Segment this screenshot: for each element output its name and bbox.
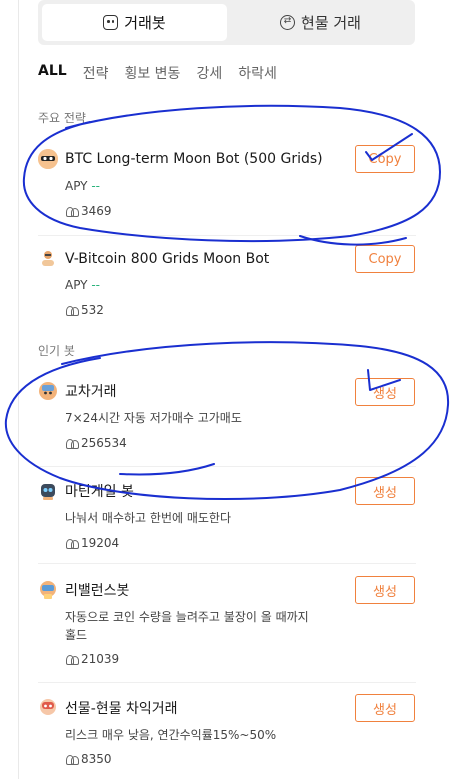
apy-label: APY	[65, 179, 88, 193]
user-count: 21039	[81, 652, 120, 666]
annotation-stroke	[299, 235, 407, 246]
filter-strategy[interactable]: 전략	[83, 63, 109, 83]
user-count: 8350	[81, 752, 112, 766]
bot-icon	[103, 15, 119, 30]
bot-card[interactable]: 마틴게일 봇 나눠서 매수하고 한번에 매도한다 19204 생성	[38, 477, 416, 559]
rebalance-avatar	[38, 580, 58, 600]
users-icon	[65, 438, 79, 449]
bot-title: 마틴게일 봇	[65, 484, 134, 500]
divider	[38, 682, 416, 683]
create-button[interactable]: 생성	[355, 378, 415, 406]
create-button[interactable]: 생성	[355, 694, 415, 722]
users-row: 256534	[65, 436, 127, 450]
left-border	[18, 0, 19, 779]
filter-all[interactable]: ALL	[38, 63, 67, 83]
filter-sideways[interactable]: 횡보 변동	[124, 63, 180, 83]
divider	[38, 563, 416, 564]
user-count: 256534	[81, 436, 127, 450]
users-row: 19204	[65, 536, 119, 550]
bot-card[interactable]: BTC Long-term Moon Bot (500 Grids) APY -…	[38, 145, 416, 227]
users-row: 8350	[65, 752, 112, 766]
create-button[interactable]: 생성	[355, 576, 415, 604]
tab-spot-trading[interactable]: ⇄ 현물 거래	[230, 4, 411, 41]
vbitcoin-avatar	[38, 249, 58, 269]
users-row: 532	[65, 303, 104, 317]
user-count: 19204	[81, 536, 120, 550]
bot-title: 선물-현물 차익거래	[65, 701, 178, 717]
bot-description: 나눠서 매수하고 한번에 매도한다	[65, 511, 232, 525]
users-icon	[65, 206, 79, 217]
martingale-avatar	[38, 481, 58, 501]
section-title-popular: 인기 봇	[38, 344, 75, 358]
bot-description: 리스크 매우 낮음, 연간수익률15%~50%	[65, 728, 277, 742]
bot-title: 교차거래	[65, 384, 117, 400]
apy-label: APY	[65, 278, 88, 292]
bot-card[interactable]: 리밸런스봇 자동으로 코인 수량을 늘려주고 불장이 올 때까지 홀드 2103…	[38, 576, 416, 678]
users-icon	[65, 754, 79, 765]
divider	[38, 466, 416, 467]
filter-bullish[interactable]: 강세	[196, 63, 222, 83]
bot-title: V-Bitcoin 800 Grids Moon Bot	[65, 251, 270, 267]
copy-button[interactable]: Copy	[355, 145, 415, 173]
user-count: 532	[81, 303, 104, 317]
users-icon	[65, 654, 79, 665]
bot-description: 7×24시간 자동 저가매수 고가매도	[65, 411, 242, 425]
bot-title: 리밸런스봇	[65, 583, 130, 599]
section-title-featured: 주요 전략	[38, 111, 86, 125]
bot-description: 자동으로 코인 수량을 늘려주고 불장이 올 때까지 홀드	[65, 610, 309, 642]
bot-card[interactable]: V-Bitcoin 800 Grids Moon Bot APY -- 532 …	[38, 245, 416, 327]
apy-row: APY --	[65, 278, 100, 292]
tab-label: 거래봇	[124, 14, 166, 32]
create-button[interactable]: 생성	[355, 477, 415, 505]
bot-card[interactable]: 교차거래 7×24시간 자동 저가매수 고가매도 256534 생성	[38, 378, 416, 460]
user-count: 3469	[81, 204, 112, 218]
btc-moon-avatar	[38, 149, 58, 169]
filter-bearish[interactable]: 하락세	[238, 63, 277, 83]
swap-icon: ⇄	[280, 15, 296, 30]
bot-card[interactable]: 선물-현물 차익거래 리스크 매우 낮음, 연간수익률15%~50% 8350 …	[38, 694, 416, 776]
cross-trade-avatar	[38, 381, 58, 401]
users-icon	[65, 305, 79, 316]
bot-title: BTC Long-term Moon Bot (500 Grids)	[65, 151, 323, 167]
category-filters: ALL 전략 횡보 변동 강세 하락세	[38, 63, 293, 83]
arbitrage-avatar	[38, 698, 58, 718]
tab-label: 현물 거래	[301, 14, 361, 32]
apy-row: APY --	[65, 179, 100, 193]
users-row: 3469	[65, 204, 112, 218]
divider	[38, 235, 416, 236]
users-icon	[65, 538, 79, 549]
mode-tabs: 거래봇 ⇄ 현물 거래	[38, 0, 415, 45]
copy-button[interactable]: Copy	[355, 245, 415, 273]
apy-value: --	[91, 278, 101, 292]
users-row: 21039	[65, 652, 119, 666]
apy-value: --	[91, 179, 101, 193]
tab-trading-bot[interactable]: 거래봇	[42, 4, 227, 41]
